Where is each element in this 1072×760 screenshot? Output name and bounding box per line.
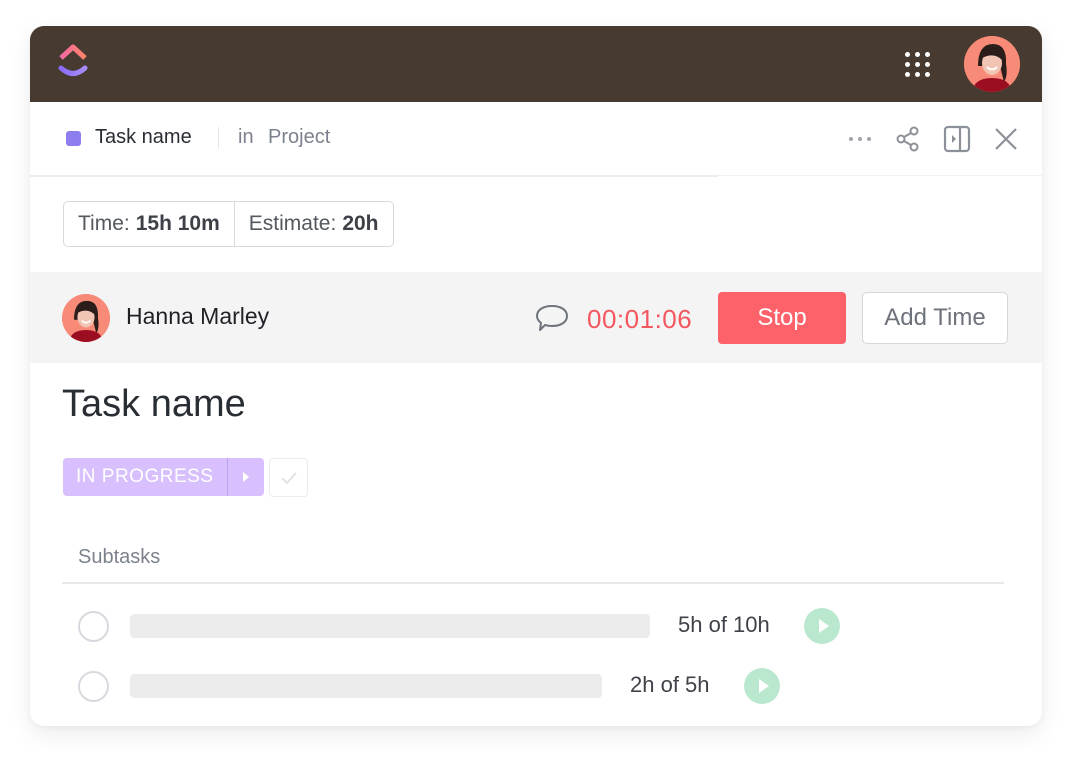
comment-icon[interactable]: [534, 302, 570, 334]
subtasks-heading: Subtasks: [78, 546, 161, 568]
stop-timer-button[interactable]: Stop: [718, 292, 846, 344]
close-icon[interactable]: [991, 124, 1021, 154]
breadcrumb-task-name[interactable]: Task name: [95, 126, 192, 149]
task-title[interactable]: Task name: [62, 383, 246, 426]
top-bar: [30, 26, 1042, 102]
header-progress-line: [30, 175, 718, 177]
caret-right-icon: [243, 472, 250, 482]
subtask-row[interactable]: 5h of 10h: [30, 606, 1042, 646]
assignee-avatar: [62, 294, 110, 342]
subtask-name-placeholder[interactable]: [130, 674, 602, 698]
mark-complete-checkbox[interactable]: [269, 458, 308, 497]
tracked-time[interactable]: Time: 15h 10m: [64, 202, 234, 246]
estimate-value: 20h: [342, 212, 379, 235]
subtask-checkbox[interactable]: [78, 671, 109, 702]
avatar-portrait-icon: [62, 294, 110, 342]
time-estimate[interactable]: Estimate: 20h: [233, 202, 393, 246]
subtask-name-placeholder[interactable]: [130, 614, 650, 638]
status-label[interactable]: IN PROGRESS: [63, 458, 227, 496]
sidebar-toggle-icon[interactable]: [942, 124, 972, 154]
breadcrumb-separator: [218, 127, 219, 149]
tracked-time-label: Time:: [78, 212, 130, 235]
subtask-time: 5h of 10h: [678, 612, 770, 637]
assignee-name: Hanna Marley: [126, 303, 270, 329]
task-header: Task name in Project: [30, 102, 1042, 176]
share-icon[interactable]: [893, 124, 923, 154]
clickup-logo-icon[interactable]: [57, 43, 89, 81]
user-avatar[interactable]: [964, 36, 1020, 92]
task-color-indicator: [66, 131, 81, 146]
status-badge[interactable]: IN PROGRESS: [63, 458, 265, 496]
checkmark-icon: [280, 471, 297, 484]
play-icon[interactable]: [744, 668, 780, 704]
task-time-card: Task name in Project Time: 15h 10m Estim…: [30, 26, 1042, 726]
breadcrumb-in-label: in: [238, 126, 254, 148]
next-status-button[interactable]: [227, 458, 264, 496]
subtasks-divider: [62, 582, 1004, 584]
add-time-button[interactable]: Add Time: [862, 292, 1008, 344]
subtask-time: 2h of 5h: [630, 672, 710, 697]
subtask-checkbox[interactable]: [78, 611, 109, 642]
breadcrumb-project[interactable]: Project: [268, 126, 330, 149]
more-icon[interactable]: [845, 124, 875, 154]
tracked-time-value: 15h 10m: [135, 212, 220, 235]
avatar-portrait-icon: [964, 36, 1020, 92]
estimate-label: Estimate:: [248, 212, 337, 235]
play-icon[interactable]: [804, 608, 840, 644]
apps-grid-icon[interactable]: [902, 49, 932, 79]
timer-row: Hanna Marley 00:01:06 Stop Add Time: [30, 272, 1042, 363]
subtask-row[interactable]: 2h of 5h: [30, 666, 1042, 706]
time-summary: Time: 15h 10m Estimate: 20h: [63, 201, 394, 247]
timer-elapsed: 00:01:06: [587, 304, 693, 334]
